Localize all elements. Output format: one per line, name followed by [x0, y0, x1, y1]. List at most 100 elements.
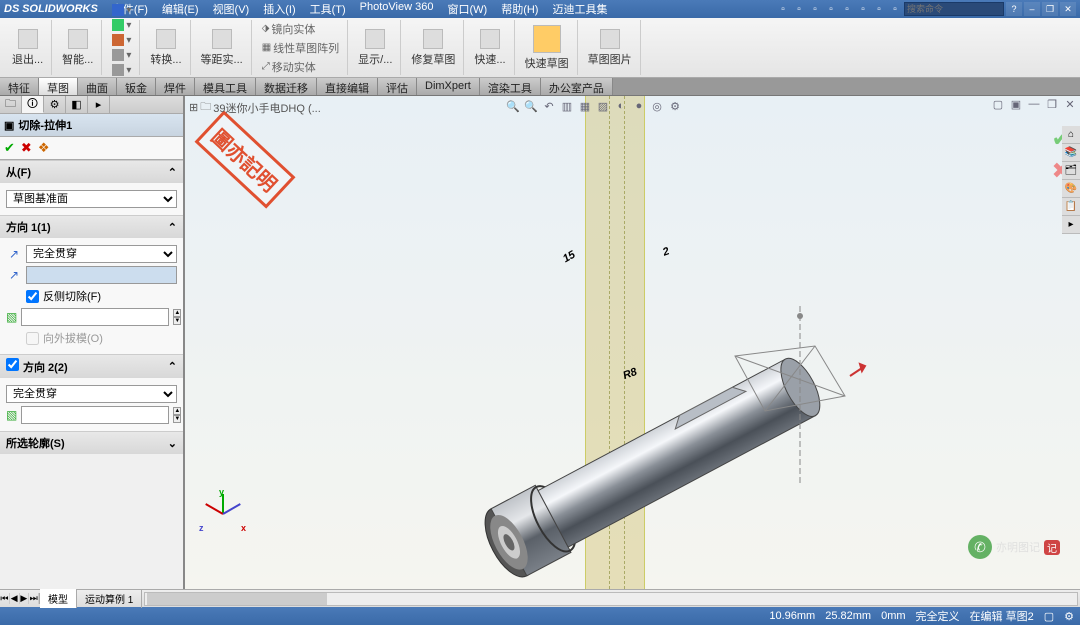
edit-appear-icon[interactable]: ●	[631, 98, 647, 114]
status-settings-icon[interactable]: ⚙	[1064, 610, 1074, 623]
std-save-icon[interactable]: ▫	[808, 2, 822, 16]
pattern-button[interactable]: ▦ 线性草图阵列	[260, 39, 341, 57]
detail-button[interactable]: ❖	[38, 140, 50, 156]
dimension-2[interactable]: 2	[661, 245, 671, 258]
fm-tab-property-icon[interactable]: 🛈	[22, 96, 44, 113]
dir2-end-select[interactable]: 完全贯穿	[6, 385, 177, 403]
apply-scene-icon[interactable]: ◎	[649, 98, 665, 114]
zoom-fit-icon[interactable]: 🔍	[505, 98, 521, 114]
mirror-button[interactable]: ⬗ 镜向实体	[260, 20, 341, 38]
hide-show-icon[interactable]: ◐	[613, 98, 629, 114]
draft-icon[interactable]: ▧	[6, 309, 17, 325]
command-search-input[interactable]	[904, 2, 1004, 16]
display-style-icon[interactable]: ▨	[595, 98, 611, 114]
menu-edit[interactable]: 编辑(E)	[156, 0, 205, 18]
fm-tab-extra-icon[interactable]: ▸	[88, 96, 110, 113]
from-section-header[interactable]: 从(F)⌃	[0, 161, 183, 183]
3d-scene[interactable]: 15 2 R8 圖亦記明	[185, 96, 1080, 589]
smart-dim-button[interactable]: 智能...	[60, 27, 95, 69]
draft-input[interactable]	[21, 308, 169, 326]
std-open-icon[interactable]: ▫	[792, 2, 806, 16]
display-button[interactable]: 显示/...	[356, 27, 394, 69]
arc-tool-icon[interactable]: ▾	[110, 48, 133, 62]
menu-photoview[interactable]: PhotoView 360	[354, 0, 440, 18]
tab-office[interactable]: 办公室产品	[541, 78, 613, 95]
ok-button[interactable]: ✔	[4, 140, 15, 156]
dir1-section-header[interactable]: 方向 1(1)⌃	[0, 216, 183, 238]
tab-first-icon[interactable]: ⏮	[0, 593, 10, 604]
cancel-button[interactable]: ✖	[21, 140, 32, 156]
prev-view-icon[interactable]: ↶	[541, 98, 557, 114]
std-redo-icon[interactable]: ▫	[856, 2, 870, 16]
tab-mold[interactable]: 模具工具	[195, 78, 256, 95]
tab-sketch[interactable]: 草图	[39, 78, 78, 95]
menu-window[interactable]: 窗口(W)	[441, 0, 493, 18]
menu-help[interactable]: 帮助(H)	[495, 0, 544, 18]
doc-max-icon[interactable]: ❐	[1044, 96, 1060, 112]
std-rebuild-icon[interactable]: ▫	[888, 2, 902, 16]
tab-evaluate[interactable]: 评估	[378, 78, 417, 95]
triad[interactable]: y x z	[197, 489, 247, 539]
close-icon[interactable]: ✕	[1060, 2, 1076, 16]
menu-tools[interactable]: 工具(T)	[304, 0, 352, 18]
tab-surface[interactable]: 曲面	[78, 78, 117, 95]
menu-maidi[interactable]: 迈迪工具集	[546, 0, 613, 18]
document-breadcrumb[interactable]: ⊞ 🗀 39迷你小手电DHQ (...	[189, 98, 321, 117]
fm-tab-display-icon[interactable]: ◧	[66, 96, 88, 113]
dir2-input[interactable]	[21, 406, 169, 424]
draft2-icon[interactable]: ▧	[6, 407, 17, 423]
zoom-area-icon[interactable]: 🔍	[523, 98, 539, 114]
tab-prev-icon[interactable]: ◀	[10, 593, 20, 604]
view-settings-icon[interactable]: ⚙	[667, 98, 683, 114]
part-model[interactable]	[405, 266, 885, 589]
taskpane-view-icon[interactable]: 🎨	[1062, 180, 1080, 198]
tab-dimxpert[interactable]: DimXpert	[417, 78, 480, 95]
std-undo-icon[interactable]: ▫	[840, 2, 854, 16]
view-orient-icon[interactable]: ▦	[577, 98, 593, 114]
dir2-enable-checkbox[interactable]	[6, 358, 19, 371]
spin-up-icon[interactable]: ▲	[173, 407, 181, 415]
from-select[interactable]: 草图基准面	[6, 190, 177, 208]
tab-feature[interactable]: 特征	[0, 78, 39, 95]
taskpane-extra-icon[interactable]: ▸	[1062, 216, 1080, 234]
model-tab[interactable]: 模型	[40, 589, 77, 608]
offset-button[interactable]: 等距实...	[199, 27, 245, 69]
viewport[interactable]: ⊞ 🗀 39迷你小手电DHQ (... 🔍 🔍 ↶ ▥ ▦ ▨ ◐ ● ◎ ⚙ …	[185, 96, 1080, 589]
help-icon[interactable]: ?	[1006, 2, 1022, 16]
circle-tool-icon[interactable]: ▾	[110, 33, 133, 47]
doc-tile-icon[interactable]: ▣	[1008, 96, 1024, 112]
std-new-icon[interactable]: ▫	[776, 2, 790, 16]
taskpane-library-icon[interactable]: 📚	[1062, 144, 1080, 162]
taskpane-explorer-icon[interactable]: 🗂	[1062, 162, 1080, 180]
exit-sketch-button[interactable]: 退出...	[10, 27, 45, 69]
expand-tree-icon[interactable]: ⊞	[189, 101, 198, 114]
doc-min-icon[interactable]: ▢	[990, 96, 1006, 112]
std-options-icon[interactable]: ▫	[872, 2, 886, 16]
taskpane-props-icon[interactable]: 📋	[1062, 198, 1080, 216]
quick-button[interactable]: 快速...	[472, 27, 507, 69]
line-tool-icon[interactable]: ▾	[110, 3, 133, 17]
std-print-icon[interactable]: ▫	[824, 2, 838, 16]
dir1-end-select[interactable]: 完全贯穿	[26, 245, 177, 263]
convert-button[interactable]: 转换...	[148, 27, 183, 69]
direction-icon[interactable]: ↗	[6, 267, 22, 283]
repair-button[interactable]: 修复草图	[409, 27, 457, 69]
dimension-15[interactable]: 15	[561, 249, 578, 266]
motion-tab[interactable]: 运动算例 1	[77, 589, 142, 608]
menu-insert[interactable]: 插入(I)	[257, 0, 301, 18]
spin-up-icon[interactable]: ▲	[173, 309, 181, 317]
dir1-vector-input[interactable]	[26, 266, 177, 284]
fm-tab-config-icon[interactable]: ⚙	[44, 96, 66, 113]
reverse-dir-icon[interactable]: ↗	[6, 246, 22, 262]
fm-tab-tree-icon[interactable]: 🗀	[0, 96, 22, 113]
maximize-icon[interactable]: ❐	[1042, 2, 1058, 16]
status-unit-icon[interactable]: ▢	[1044, 610, 1054, 623]
taskpane-resources-icon[interactable]: ⌂	[1062, 126, 1080, 144]
reverse-cut-checkbox[interactable]	[26, 290, 39, 303]
tab-next-icon[interactable]: ▶	[20, 593, 30, 604]
spin-down-icon[interactable]: ▼	[173, 415, 181, 423]
quicksketch-button[interactable]: 快速草图	[523, 23, 571, 73]
tab-weldment[interactable]: 焊件	[156, 78, 195, 95]
minimize-icon[interactable]: –	[1024, 2, 1040, 16]
tab-render[interactable]: 渲染工具	[480, 78, 541, 95]
